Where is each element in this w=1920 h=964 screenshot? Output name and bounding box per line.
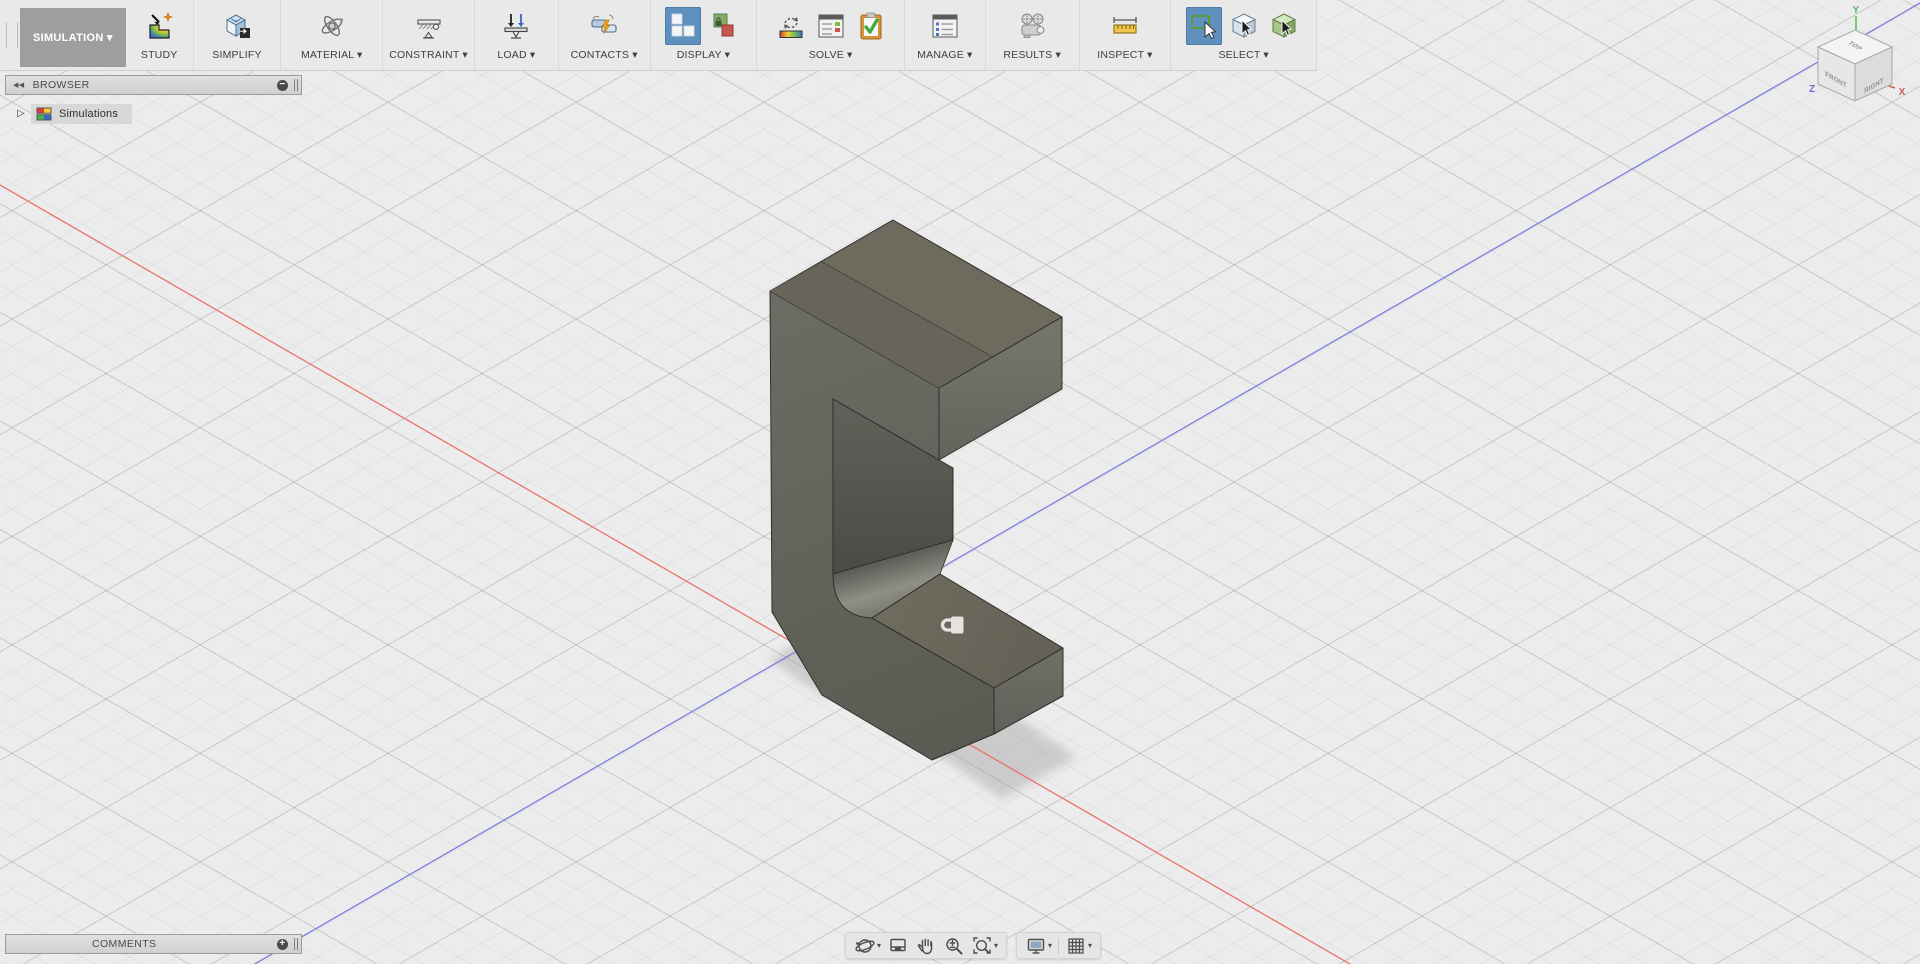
simulations-icon bbox=[36, 107, 52, 121]
toolbar-group-solve[interactable]: SOLVE ▾ bbox=[757, 0, 905, 70]
grid-settings-caret-icon[interactable]: ▾ bbox=[1088, 941, 1092, 950]
navbar-view-group: ▾ bbox=[845, 932, 1007, 959]
pan-icon[interactable] bbox=[912, 934, 940, 958]
toolbar-group-contacts[interactable]: CONTACTS ▾ bbox=[559, 0, 651, 70]
grid-settings-icon[interactable]: ▾ bbox=[1062, 934, 1095, 958]
navigation-bar: ▾ bbox=[845, 932, 1101, 959]
load-label[interactable]: LOAD ▾ bbox=[497, 47, 535, 63]
select-label[interactable]: SELECT ▾ bbox=[1218, 47, 1268, 63]
viewcube-z-label: Z bbox=[1809, 84, 1815, 95]
display-constrained-bodies-icon[interactable] bbox=[705, 7, 741, 45]
study-label[interactable]: STUDY bbox=[141, 47, 178, 63]
fit-caret-icon[interactable]: ▾ bbox=[994, 941, 998, 950]
navbar-display-group: ▾ ▾ bbox=[1016, 932, 1101, 959]
toolbar-group-select[interactable]: SELECT ▾ bbox=[1171, 0, 1316, 70]
toolbar-group-results[interactable]: RESULTS ▾ bbox=[986, 0, 1080, 70]
comments-title: COMMENTS bbox=[92, 938, 156, 950]
comments-panel-header[interactable]: COMMENTS + bbox=[5, 934, 302, 954]
comments-resize-grip[interactable] bbox=[294, 938, 298, 950]
display-degrees-of-freedom-icon[interactable] bbox=[665, 7, 701, 45]
toolbar-group-display[interactable]: DISPLAY ▾ bbox=[651, 0, 758, 70]
z-axis-line bbox=[0, 3, 1920, 964]
contacts-icon[interactable] bbox=[586, 7, 622, 45]
select-window-icon[interactable] bbox=[1186, 7, 1222, 45]
toolbar-group-simplify[interactable]: SIMPLIFY bbox=[194, 0, 282, 70]
material-label[interactable]: MATERIAL ▾ bbox=[301, 47, 363, 63]
display-settings-caret-icon[interactable]: ▾ bbox=[1048, 941, 1052, 950]
solve-animate-icon[interactable] bbox=[773, 7, 809, 45]
constraint-label[interactable]: CONSTRAINT ▾ bbox=[389, 47, 468, 63]
display-settings-icon[interactable]: ▾ bbox=[1022, 934, 1055, 958]
orbit-caret-icon[interactable]: ▾ bbox=[877, 941, 881, 950]
model-body[interactable] bbox=[770, 220, 1063, 760]
inspect-label[interactable]: INSPECT ▾ bbox=[1097, 47, 1152, 63]
results-label[interactable]: RESULTS ▾ bbox=[1003, 47, 1061, 63]
viewcube-x-label: X bbox=[1899, 87, 1906, 98]
simplify-label[interactable]: SIMPLIFY bbox=[212, 47, 261, 63]
results-icon[interactable] bbox=[1014, 7, 1050, 45]
toolbar-group-material[interactable]: MATERIAL ▾ bbox=[281, 0, 383, 70]
browser-panel-header[interactable]: ◀◀ BROWSER − bbox=[5, 75, 302, 95]
browser-collapse-icon[interactable]: ◀◀ bbox=[13, 81, 25, 89]
tree-expand-icon[interactable]: ▷ bbox=[17, 108, 31, 119]
zoom-icon[interactable] bbox=[940, 934, 968, 958]
toolbar-group-load[interactable]: LOAD ▾ bbox=[475, 0, 559, 70]
browser-item-simulations[interactable]: Simulations bbox=[31, 104, 132, 124]
scene-canvas: TOP FRONT RIGHT Y Z X bbox=[0, 0, 1920, 964]
manage-icon[interactable] bbox=[927, 7, 963, 45]
display-label[interactable]: DISPLAY ▾ bbox=[677, 47, 730, 63]
look-at-icon[interactable] bbox=[884, 934, 912, 958]
browser-title: BROWSER bbox=[33, 79, 90, 91]
tree-item-label: Simulations bbox=[59, 108, 118, 120]
toolbar-group-constraint[interactable]: CONSTRAINT ▾ bbox=[383, 0, 475, 70]
constraint-icon[interactable] bbox=[411, 7, 447, 45]
browser-minimize-icon[interactable]: − bbox=[277, 80, 288, 91]
solve-details-icon[interactable] bbox=[813, 7, 849, 45]
orbit-icon[interactable]: ▾ bbox=[851, 934, 884, 958]
3d-viewport[interactable]: TOP FRONT RIGHT Y Z X SIMULATION ▾ bbox=[0, 0, 1920, 964]
browser-tree-row: ▷ Simulations bbox=[5, 102, 132, 125]
comments-expand-icon[interactable]: + bbox=[277, 939, 288, 950]
select-cube-icon[interactable] bbox=[1226, 7, 1262, 45]
navbar-separator bbox=[1058, 938, 1059, 954]
toolbar-grip[interactable] bbox=[6, 22, 18, 48]
browser-resize-grip[interactable] bbox=[294, 79, 298, 91]
material-icon[interactable] bbox=[314, 7, 350, 45]
select-solid-icon[interactable] bbox=[1266, 7, 1302, 45]
solve-label[interactable]: SOLVE ▾ bbox=[809, 47, 853, 63]
inspect-measure-icon[interactable] bbox=[1107, 7, 1143, 45]
study-icon[interactable] bbox=[141, 7, 177, 45]
toolbar-group-study[interactable]: STUDY bbox=[126, 0, 194, 70]
viewcube-y-label: Y bbox=[1853, 5, 1860, 16]
contacts-label[interactable]: CONTACTS ▾ bbox=[571, 47, 638, 63]
fit-icon[interactable]: ▾ bbox=[968, 934, 1001, 958]
toolbar-group-manage[interactable]: MANAGE ▾ bbox=[905, 0, 986, 70]
load-icon[interactable] bbox=[498, 7, 534, 45]
simplify-icon[interactable] bbox=[219, 7, 255, 45]
toolbar: SIMULATION ▾ STUDY bbox=[0, 0, 1317, 71]
solve-check-icon[interactable] bbox=[853, 7, 889, 45]
workspace-switcher-button[interactable]: SIMULATION ▾ bbox=[20, 8, 126, 67]
toolbar-group-inspect[interactable]: INSPECT ▾ bbox=[1080, 0, 1172, 70]
manage-label[interactable]: MANAGE ▾ bbox=[917, 47, 972, 63]
